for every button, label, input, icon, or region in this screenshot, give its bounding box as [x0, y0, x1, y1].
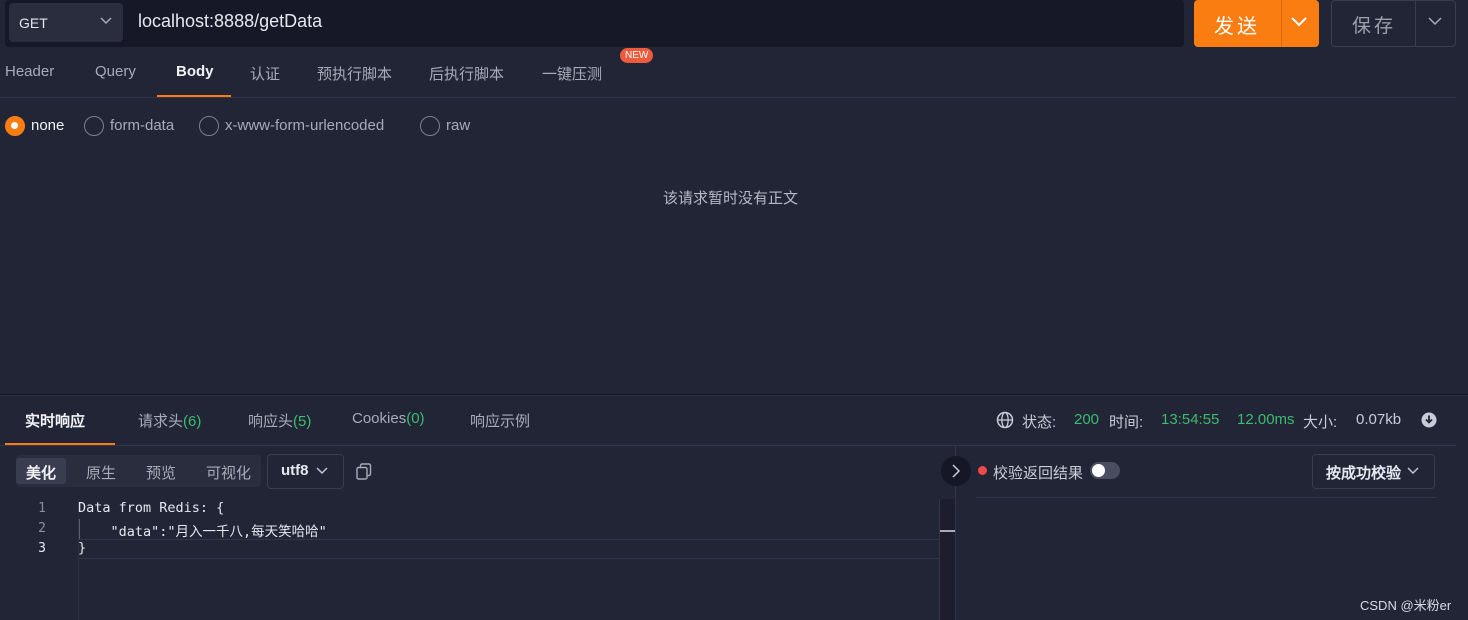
tab-query[interactable]: Query [95, 63, 136, 80]
tab-request-headers-label: 请求头 [138, 413, 184, 430]
pane-divider-highlight [0, 395, 1468, 396]
tab-response-headers[interactable]: 响应头(5) [248, 410, 311, 431]
tab-realtime-response[interactable]: 实时响应 [25, 410, 85, 431]
response-tabs-divider [0, 445, 1456, 446]
tab-cookies-label: Cookies [352, 410, 407, 427]
active-tab-indicator [157, 95, 231, 97]
tab-request-headers-count: (6) [183, 413, 202, 430]
line-number: 3 [38, 541, 46, 556]
chevron-down-icon [1407, 467, 1419, 474]
editor-scrollbar[interactable] [939, 499, 956, 620]
gutter-divider [78, 499, 79, 620]
globe-icon[interactable] [996, 411, 1014, 429]
save-divider [1415, 1, 1416, 46]
tab-body[interactable]: Body [176, 63, 214, 80]
chevron-right-icon [952, 464, 961, 478]
send-dropdown-chevron-icon[interactable] [1291, 17, 1307, 27]
current-line-highlight [78, 539, 940, 559]
radio-form-data[interactable] [84, 116, 104, 136]
tab-header[interactable]: Header [5, 63, 54, 80]
tab-pre-script[interactable]: 预执行脚本 [317, 63, 392, 84]
view-mode-beautify[interactable]: 美化 [26, 462, 56, 483]
code-line[interactable]: "data":"月入一千八,每天笑哈哈" [78, 520, 327, 540]
status-label: 状态: [1022, 414, 1057, 431]
tab-cookies-count: (0) [406, 410, 425, 427]
line-number: 1 [38, 501, 46, 516]
radio-urlencoded[interactable] [199, 116, 219, 136]
response-size: 0.07kb [1356, 411, 1402, 428]
save-label: 保存 [1352, 16, 1397, 37]
code-line[interactable]: Data from Redis: { [78, 500, 224, 516]
time-label: 时间: [1109, 414, 1144, 431]
new-badge: NEW [620, 48, 654, 63]
empty-body-message: 该请求暂时没有正文 [663, 190, 799, 207]
method-select[interactable]: GET [9, 3, 123, 42]
view-mode-preview[interactable]: 预览 [146, 462, 176, 483]
chevron-down-icon [100, 17, 112, 25]
radio-urlencoded-label[interactable]: x-www-form-urlencoded [225, 117, 384, 134]
scrollbar-thumb[interactable] [940, 530, 955, 532]
status-dot [978, 466, 987, 475]
copy-icon[interactable] [356, 463, 372, 480]
download-icon[interactable] [1421, 412, 1437, 428]
tab-stress-test[interactable]: 一键压测 [542, 63, 602, 84]
status-code: 200 [1074, 411, 1100, 428]
send-label: 发送 [1214, 16, 1260, 38]
chevron-down-icon [316, 467, 328, 474]
tab-auth[interactable]: 认证 [250, 63, 280, 84]
radio-none[interactable] [5, 116, 25, 136]
verify-response-label: 校验返回结果 [993, 465, 1084, 482]
response-duration: 12.00ms [1237, 411, 1295, 428]
encoding-value: utf8 [281, 462, 309, 479]
api-client-window: GET localhost:8888/getData 发送 保存 Header … [0, 0, 1468, 620]
verify-panel-divider [976, 497, 1436, 498]
response-time: 13:54:55 [1161, 411, 1220, 428]
watermark: CSDN @米粉er [1360, 598, 1452, 613]
tabs-divider [0, 97, 1456, 98]
verify-mode-value: 按成功校验 [1326, 465, 1402, 482]
url-input[interactable]: localhost:8888/getData [138, 11, 322, 32]
tab-response-headers-label: 响应头 [248, 413, 294, 430]
tab-response-headers-count: (5) [293, 413, 312, 430]
tab-post-script[interactable]: 后执行脚本 [429, 63, 504, 84]
method-label: GET [19, 14, 48, 31]
size-label: 大小: [1303, 414, 1338, 431]
tab-cookies[interactable]: Cookies(0) [352, 410, 425, 427]
response-active-tab-indicator [5, 443, 115, 445]
radio-raw[interactable] [420, 116, 440, 136]
view-mode-raw[interactable]: 原生 [86, 462, 116, 483]
tab-request-headers[interactable]: 请求头(6) [138, 410, 201, 431]
save-dropdown-chevron-icon[interactable] [1428, 17, 1442, 26]
radio-raw-label[interactable]: raw [446, 117, 470, 134]
radio-form-data-label[interactable]: form-data [110, 117, 174, 134]
switch-knob [1092, 464, 1105, 477]
view-mode-visualize[interactable]: 可视化 [206, 462, 251, 483]
radio-none-label[interactable]: none [31, 117, 64, 134]
tab-response-example[interactable]: 响应示例 [470, 410, 530, 431]
code-line[interactable]: } [78, 540, 86, 556]
line-number: 2 [38, 521, 46, 536]
send-divider [1281, 0, 1282, 47]
